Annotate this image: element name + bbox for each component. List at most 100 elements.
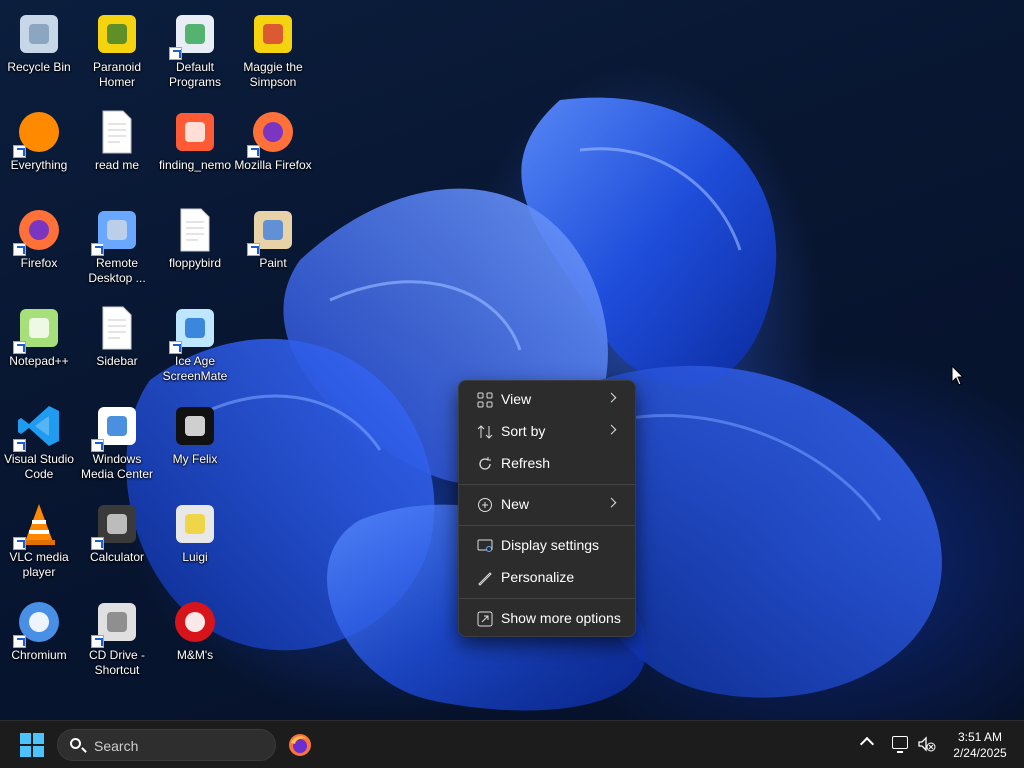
shortcut-arrow-icon: [13, 635, 26, 648]
desktop-icon-label: Paranoid Homer: [92, 60, 142, 89]
text-file-icon: [93, 108, 141, 156]
desktop-icon-remote-desktop[interactable]: Remote Desktop ...: [78, 200, 156, 294]
desktop-icon-paranoid-homer[interactable]: Paranoid Homer: [78, 4, 156, 98]
taskbar-search-box[interactable]: Search: [57, 729, 276, 761]
start-button[interactable]: [20, 733, 44, 757]
desktop-icon-label: Ice Age ScreenMate: [162, 354, 228, 383]
vlc-cone-icon: [13, 500, 63, 550]
monitor-character-icon: [171, 500, 219, 548]
firefox-icon: [13, 206, 63, 256]
desktop-icon-label: Visual Studio Code: [4, 452, 74, 481]
menu-item-refresh[interactable]: Refresh: [463, 449, 631, 479]
desktop-icon-label: VLC media player: [9, 550, 69, 579]
desktop-icon-read-me[interactable]: read me: [78, 102, 156, 196]
desktop-icon-label: Sidebar: [96, 354, 138, 368]
plus-circle-icon: [478, 498, 492, 512]
mouse-cursor-icon: [951, 365, 965, 386]
paint-palette-icon: [247, 206, 297, 256]
shortcut-arrow-icon: [169, 47, 182, 60]
menu-item-label: Refresh: [501, 455, 551, 471]
firefox-icon: [247, 108, 297, 158]
media-center-icon: [91, 402, 141, 452]
mm-candy-icon: [171, 598, 219, 646]
menu-item-new[interactable]: New: [463, 490, 631, 520]
desktop-icon-label: read me: [94, 158, 140, 172]
desktop-icon-label: Maggie the Simpson: [243, 60, 303, 89]
volume-muted-icon[interactable]: [918, 736, 936, 752]
desktop-icon-label: Chromium: [11, 648, 67, 662]
everything-search-icon: [13, 108, 63, 158]
shortcut-arrow-icon: [13, 537, 26, 550]
menu-item-sort-by[interactable]: Sort by: [463, 417, 631, 447]
desktop-icon-paint[interactable]: Paint: [234, 200, 312, 294]
desktop-icon-label: Windows Media Center: [80, 452, 154, 481]
chromium-icon: [13, 598, 63, 648]
shortcut-arrow-icon: [13, 439, 26, 452]
shortcut-arrow-icon: [91, 537, 104, 550]
desktop-icon-label: Remote Desktop ...: [88, 256, 146, 285]
homer-icon: [93, 10, 141, 58]
desktop-icon-label: Default Programs: [168, 60, 221, 89]
notepad-plus-plus-icon: [13, 304, 63, 354]
vscode-icon: [13, 402, 63, 452]
desktop-icon-cd-drive-shortcut[interactable]: CD Drive - Shortcut: [78, 592, 156, 686]
desktop-icon-maggie-the-simpson[interactable]: Maggie the Simpson: [234, 4, 312, 98]
menu-item-personalize[interactable]: Personalize: [463, 563, 631, 593]
desktop-icon-luigi[interactable]: Luigi: [156, 494, 234, 588]
file-icon: [93, 304, 141, 352]
search-icon: [70, 738, 81, 749]
menu-item-label: Sort by: [501, 423, 546, 439]
display-settings-icon: [477, 539, 493, 552]
desktop-icon-finding-nemo[interactable]: finding_nemo: [156, 102, 234, 196]
remote-desktop-icon: [91, 206, 141, 256]
chevron-right-icon: [606, 424, 617, 435]
firefox-taskbar-icon[interactable]: [288, 733, 312, 757]
desktop-icon-recycle-bin[interactable]: Recycle Bin: [0, 4, 78, 98]
network-icon[interactable]: [892, 736, 908, 753]
menu-item-label: View: [501, 391, 532, 407]
desktop-icon-firefox[interactable]: Firefox: [0, 200, 78, 294]
shortcut-arrow-icon: [247, 145, 260, 158]
desktop-icon-sidebar[interactable]: Sidebar: [78, 298, 156, 392]
desktop-icon-everything[interactable]: Everything: [0, 102, 78, 196]
menu-item-label: Display settings: [501, 537, 600, 553]
desktop-icon-chromium[interactable]: Chromium: [0, 592, 78, 686]
desktop-icon-ice-age-screenmate[interactable]: Ice Age ScreenMate: [156, 298, 234, 392]
menu-item-display-settings[interactable]: Display settings: [463, 531, 631, 561]
menu-item-label: New: [501, 496, 530, 512]
desktop-icon-floppybird[interactable]: floppybird: [156, 200, 234, 294]
desktop-icon-label: Calculator: [89, 550, 145, 564]
refresh-icon: [479, 457, 491, 470]
menu-item-show-more-options[interactable]: Show more options: [463, 604, 631, 634]
shortcut-arrow-icon: [91, 635, 104, 648]
menu-item-view[interactable]: View: [463, 385, 631, 415]
desktop-context-menu: View Sort by Refresh New Display setting…: [458, 380, 636, 637]
desktop-icon-mozilla-firefox[interactable]: Mozilla Firefox: [234, 102, 312, 196]
shortcut-arrow-icon: [169, 341, 182, 354]
clock-time: 3:51 AM: [957, 730, 1003, 744]
cat-icon: [171, 402, 219, 450]
default-programs-icon: [169, 10, 219, 60]
shortcut-arrow-icon: [13, 145, 26, 158]
file-icon: [171, 206, 219, 254]
desktop-icon-label: finding_nemo: [158, 158, 232, 172]
calculator-icon: [91, 500, 141, 550]
sort-icon: [477, 425, 493, 439]
desktop-icon-vlc-media-player[interactable]: VLC media player: [0, 494, 78, 588]
clock[interactable]: 3:51 AM 2/24/2025: [940, 729, 1020, 761]
desktop-icon-visual-studio-code[interactable]: Visual Studio Code: [0, 396, 78, 490]
desktop-icon-windows-media-center[interactable]: Windows Media Center: [78, 396, 156, 490]
desktop-icon-label: Paint: [259, 256, 287, 270]
desktop-icon-my-felix[interactable]: My Felix: [156, 396, 234, 490]
shortcut-arrow-icon: [13, 341, 26, 354]
desktop-icon-calculator[interactable]: Calculator: [78, 494, 156, 588]
grid-view-icon: [477, 392, 493, 408]
desktop-icon-notepad[interactable]: Notepad++: [0, 298, 78, 392]
desktop-icon-default-programs[interactable]: Default Programs: [156, 4, 234, 98]
shortcut-arrow-icon: [91, 439, 104, 452]
show-hidden-icons-chevron[interactable]: [859, 736, 875, 752]
desktop-icon-m-m-s[interactable]: M&M's: [156, 592, 234, 686]
menu-separator: [459, 598, 635, 599]
more-options-icon: [477, 611, 493, 627]
desktop-icon-label: Everything: [10, 158, 68, 172]
